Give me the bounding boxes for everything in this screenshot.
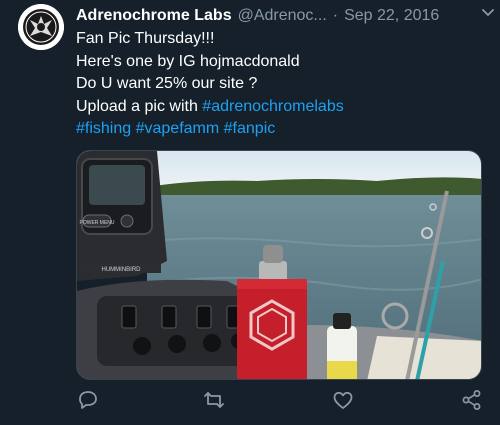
tweet-line: Here's one by IG hojmacdonald <box>76 52 300 70</box>
tweet-line: Do U want 25% our site ? <box>76 75 258 92</box>
hashtag-fishing[interactable]: #fishing <box>76 120 131 137</box>
like-icon[interactable] <box>331 388 355 412</box>
tweet-text: Fan Pic Thursday!!! Here's one by IG hoj… <box>76 28 486 141</box>
upload-text: Upload a pic with <box>76 97 203 115</box>
share-icon[interactable] <box>460 388 484 412</box>
tweet-line: Fan Pic Thursday!!! <box>76 30 215 47</box>
separator-dot: · <box>332 7 339 24</box>
tweet-actions <box>0 388 500 416</box>
tweet-photo[interactable]: POWER MENU HUMMINBIRD <box>76 150 482 380</box>
author-handle[interactable]: @Adrenoc... <box>238 7 327 25</box>
gps-brand-label: HUMMINBIRD <box>102 267 142 273</box>
hashtag-fanpic[interactable]: #fanpic <box>224 120 276 137</box>
reply-icon[interactable] <box>76 388 100 412</box>
tweet-header: Adrenochrome Labs @Adrenoc... · Sep 22, … <box>76 5 486 27</box>
tweet[interactable]: Adrenochrome Labs @Adrenoc... · Sep 22, … <box>0 0 500 425</box>
retweet-icon[interactable] <box>202 388 226 412</box>
chevron-down-icon[interactable] <box>480 4 496 20</box>
author-name[interactable]: Adrenochrome Labs <box>76 7 232 25</box>
gps-button-label: POWER MENU <box>80 220 115 226</box>
hashtag-vapefamm[interactable]: #vapefamm <box>136 120 220 137</box>
avatar[interactable] <box>18 4 64 50</box>
tweet-line-upload: Upload a pic with #adrenochromelabs <box>76 96 486 119</box>
tweet-date[interactable]: Sep 22, 2016 <box>344 7 439 25</box>
tweet-line-hashtags: #fishing #vapefamm #fanpic <box>76 118 486 141</box>
hashtag-adrenochromelabs[interactable]: #adrenochromelabs <box>202 98 343 115</box>
